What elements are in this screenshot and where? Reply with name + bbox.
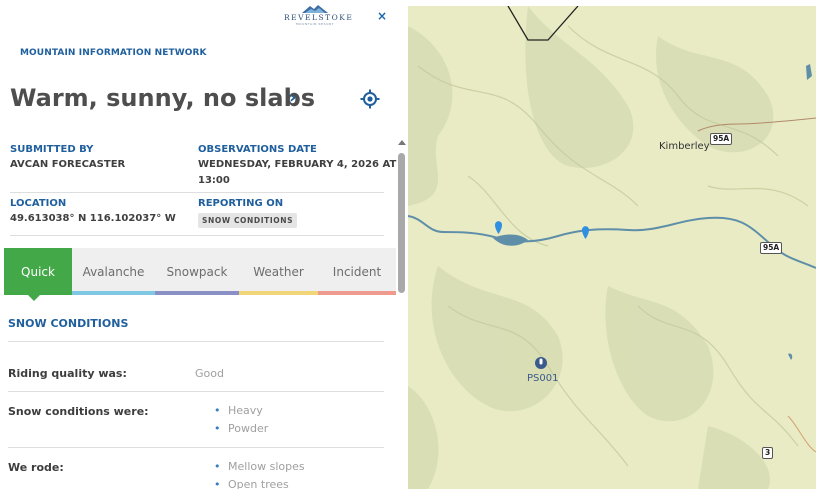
lake — [806, 64, 812, 80]
snow-conditions-list: Heavy Powder — [214, 402, 268, 438]
lake — [788, 353, 793, 360]
tab-color-bar — [239, 291, 318, 295]
location-label: LOCATION — [10, 198, 67, 209]
scrollbar-thumb[interactable] — [398, 153, 405, 293]
list-item: Heavy — [214, 402, 268, 420]
section-separator — [8, 341, 384, 342]
tab-snowpack[interactable]: Snowpack — [155, 248, 239, 295]
lake — [493, 234, 528, 246]
highway-shield: 3 — [762, 447, 774, 459]
tab-weather[interactable]: Weather — [239, 248, 318, 295]
tab-label: Incident — [332, 264, 382, 279]
close-button[interactable]: × — [377, 9, 387, 23]
tab-label: Quick — [21, 264, 55, 279]
riding-quality-label: Riding quality was: — [8, 367, 127, 380]
list-item: Powder — [214, 420, 268, 438]
reporting-on-label: REPORTING ON — [198, 198, 284, 209]
submitted-by-value: AVCAN FORECASTER — [10, 159, 126, 170]
obs-date-line1: WEDNESDAY, FEBRUARY 4, 2026 AT — [198, 159, 397, 170]
meta-separator — [10, 235, 384, 236]
tab-label: Weather — [253, 264, 304, 279]
row-separator — [8, 447, 384, 448]
highway-shield: 95A — [760, 242, 783, 254]
locate-icon[interactable] — [360, 89, 380, 109]
active-tab-caret — [28, 295, 40, 301]
tab-incident[interactable]: Incident — [318, 248, 396, 295]
scroll-up-arrow-icon[interactable] — [398, 140, 406, 145]
tab-label: Avalanche — [82, 264, 145, 279]
station-label: PS001 — [527, 373, 559, 384]
riding-quality-value: Good — [195, 367, 224, 380]
list-item: Open trees — [214, 476, 305, 489]
reporting-chip: SNOW CONDITIONS — [198, 213, 298, 228]
observation-title: Warm, sunny, no slabs — [10, 84, 316, 112]
terrain-map — [408, 6, 816, 489]
network-label: MOUNTAIN INFORMATION NETWORK — [20, 48, 207, 58]
chevron-right-icon[interactable]: › — [289, 87, 296, 108]
logo-name: REVELSTOKE — [284, 13, 354, 22]
tab-label: Snowpack — [166, 264, 228, 279]
location-value: 49.613038° N 116.102037° W — [10, 213, 176, 224]
we-rode-list: Mellow slopes Open trees — [214, 458, 305, 489]
submitted-by-label: SUBMITTED BY — [10, 144, 94, 155]
highway-shield: 95A — [710, 133, 733, 145]
tab-color-bar — [72, 291, 155, 295]
observation-tabs: Quick Avalanche Snowpack Weather Inciden… — [4, 248, 396, 295]
obs-date-line2: 13:00 — [198, 175, 230, 186]
observation-panel: REVELSTOKE MOUNTAIN RESORT × MOUNTAIN IN… — [0, 0, 408, 489]
tab-color-bar — [155, 291, 239, 295]
river — [408, 215, 816, 269]
map-view[interactable]: Kimberley PS001 95A 95A 3 — [408, 6, 816, 489]
tab-quick[interactable]: Quick — [4, 248, 72, 295]
town-label: Kimberley — [659, 141, 710, 152]
meta-separator — [10, 192, 384, 193]
snow-conditions-label: Snow conditions were: — [8, 405, 149, 418]
list-item: Mellow slopes — [214, 458, 305, 476]
section-title: SNOW CONDITIONS — [8, 317, 129, 330]
terrain-shading — [408, 6, 774, 489]
station-glyph — [539, 358, 543, 365]
tab-color-bar — [318, 291, 396, 295]
observation-marker-icon[interactable] — [495, 221, 502, 234]
highway-line — [787, 415, 816, 453]
logo-tagline: MOUNTAIN RESORT — [295, 22, 335, 26]
obs-date-label: OBSERVATIONS DATE — [198, 144, 317, 155]
we-rode-label: We rode: — [8, 461, 64, 474]
revelstoke-logo: REVELSTOKE MOUNTAIN RESORT — [284, 4, 354, 30]
row-separator — [8, 391, 384, 392]
tab-avalanche[interactable]: Avalanche — [72, 248, 155, 295]
observation-marker-icon[interactable] — [582, 226, 589, 239]
